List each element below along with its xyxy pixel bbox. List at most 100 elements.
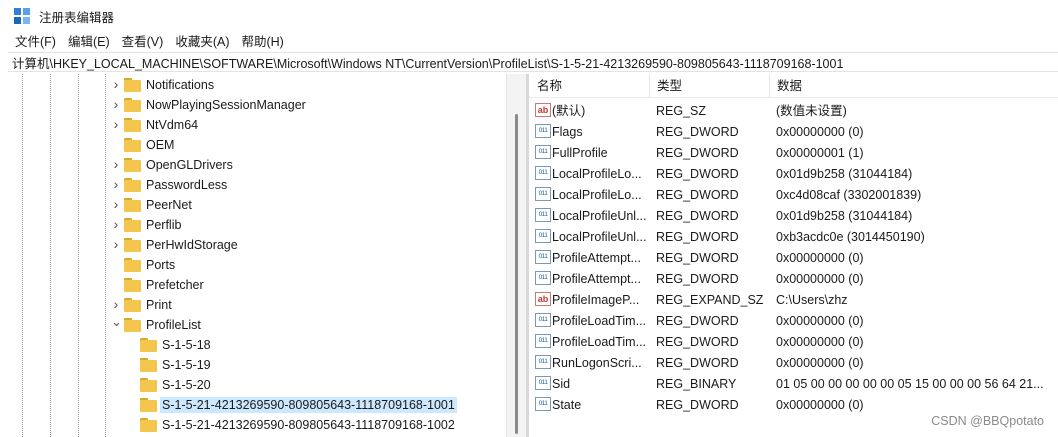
value-data: 0x00000000 (0)	[776, 314, 864, 328]
tree-item-label[interactable]: ProfileList	[144, 317, 203, 333]
tree-item-label[interactable]: Ports	[144, 257, 177, 273]
list-header: 名称 类型 数据	[529, 74, 1058, 98]
registry-editor-icon	[14, 8, 30, 24]
value-row[interactable]: ab (默认) REG_SZ (数值未设置)	[529, 100, 1058, 121]
binary-value-icon: 011	[535, 355, 551, 369]
value-row[interactable]: 011 LocalProfileLo... REG_DWORD 0x01d9b258 …	[529, 163, 1058, 184]
tree-item[interactable]: › NtVdm64	[8, 115, 506, 135]
registry-values-list[interactable]: 名称 类型 数据 ab (默认) REG_SZ (数值未设置) 011 Flags REG_…	[529, 74, 1058, 437]
value-row[interactable]: 011 Flags REG_DWORD 0x00000000 (0)	[529, 121, 1058, 142]
chevron-right-icon[interactable]: ›	[111, 217, 121, 231]
tree-item[interactable]: › Notifications	[8, 75, 506, 95]
tree-item[interactable]: › PeerNet	[8, 195, 506, 215]
tree-item[interactable]: › PerHwIdStorage	[8, 235, 506, 255]
tree-item[interactable]: OEM	[8, 135, 506, 155]
value-row[interactable]: 011 LocalProfileUnl... REG_DWORD 0xb3acdc0e…	[529, 226, 1058, 247]
address-path[interactable]: 计算机\HKEY_LOCAL_MACHINE\SOFTWARE\Microsof…	[12, 53, 843, 71]
tree-item-label[interactable]: Print	[144, 297, 174, 313]
tree-item-label[interactable]: S-1-5-19	[160, 357, 213, 373]
tree-item[interactable]: S-1-5-21-4213269590-809805643-1118709168…	[8, 395, 506, 415]
tree-item-label[interactable]: NowPlayingSessionManager	[144, 97, 308, 113]
value-name: Flags	[552, 125, 583, 139]
tree-item[interactable]: › PasswordLess	[8, 175, 506, 195]
string-value-icon: ab	[535, 103, 551, 117]
tree-item[interactable]: › Perflib	[8, 215, 506, 235]
tree-item[interactable]: ⌄ ProfileList	[8, 315, 506, 335]
tree-item-label[interactable]: Prefetcher	[144, 277, 206, 293]
value-row[interactable]: 011 ProfileAttempt... REG_DWORD 0x00000000 …	[529, 247, 1058, 268]
menu-edit[interactable]: 编辑(E)	[62, 31, 116, 50]
column-header-name[interactable]: 名称	[533, 78, 562, 94]
chevron-right-icon[interactable]: ›	[111, 117, 121, 131]
value-row[interactable]: 011 LocalProfileLo... REG_DWORD 0xc4d08caf …	[529, 184, 1058, 205]
tree-item-label[interactable]: NtVdm64	[144, 117, 200, 133]
tree-item-label[interactable]: S-1-5-21-4213269590-809805643-1118709168…	[160, 397, 457, 413]
value-data: 0x00000000 (0)	[776, 335, 864, 349]
tree-item-label[interactable]: PasswordLess	[144, 177, 229, 193]
tree-item-label[interactable]: S-1-5-21-4213269590-809805643-1118709168…	[160, 417, 457, 433]
binary-value-icon: 011	[535, 166, 551, 180]
value-name: LocalProfileUnl...	[552, 209, 647, 223]
tree-item[interactable]: › OpenGLDrivers	[8, 155, 506, 175]
chevron-right-icon[interactable]: ›	[111, 77, 121, 91]
menu-help[interactable]: 帮助(H)	[235, 31, 289, 50]
tree-item-label[interactable]: S-1-5-18	[160, 337, 213, 353]
folder-icon	[124, 198, 141, 212]
column-separator[interactable]	[649, 74, 650, 98]
tree-item-label[interactable]: PeerNet	[144, 197, 194, 213]
binary-value-icon: 011	[535, 145, 551, 159]
tree-item[interactable]: S-1-5-19	[8, 355, 506, 375]
value-row[interactable]: 011 Sid REG_BINARY 01 05 00 00 00 00 00 05 …	[529, 373, 1058, 394]
chevron-right-icon[interactable]: ›	[111, 177, 121, 191]
tree-item-label[interactable]: PerHwIdStorage	[144, 237, 240, 253]
tree-item-label[interactable]: OpenGLDrivers	[144, 157, 235, 173]
value-row[interactable]: 011 RunLogonScri... REG_DWORD 0x00000000 (0…	[529, 352, 1058, 373]
value-data: 0x00000000 (0)	[776, 125, 864, 139]
value-type: REG_DWORD	[656, 335, 739, 349]
value-row[interactable]: 011 FullProfile REG_DWORD 0x00000001 (1)	[529, 142, 1058, 163]
value-type: REG_DWORD	[656, 251, 739, 265]
tree-scrollbar[interactable]	[506, 74, 526, 437]
chevron-right-icon[interactable]: ›	[111, 97, 121, 111]
value-row[interactable]: 011 LocalProfileUnl... REG_DWORD 0x01d9b258…	[529, 205, 1058, 226]
folder-icon	[124, 98, 141, 112]
folder-icon	[124, 158, 141, 172]
value-type: REG_DWORD	[656, 146, 739, 160]
chevron-right-icon[interactable]: ›	[111, 197, 121, 211]
tree-item-label[interactable]: OEM	[144, 137, 176, 153]
tree-item[interactable]: › Print	[8, 295, 506, 315]
chevron-right-icon[interactable]: ›	[111, 237, 121, 251]
chevron-down-icon[interactable]: ⌄	[111, 315, 122, 330]
value-row[interactable]: 011 ProfileLoadTim... REG_DWORD 0x00000000 …	[529, 310, 1058, 331]
address-bar[interactable]: 计算机\HKEY_LOCAL_MACHINE\SOFTWARE\Microsof…	[8, 52, 1058, 72]
tree-item-label[interactable]: Notifications	[144, 77, 216, 93]
tree-item[interactable]: › NowPlayingSessionManager	[8, 95, 506, 115]
window-title: 注册表编辑器	[39, 10, 115, 25]
chevron-right-icon[interactable]: ›	[111, 157, 121, 171]
tree-item-label[interactable]: S-1-5-20	[160, 377, 213, 393]
folder-icon	[124, 238, 141, 252]
menu-file[interactable]: 文件(F)	[9, 31, 62, 50]
tree-item[interactable]: S-1-5-21-4213269590-809805643-1118709168…	[8, 415, 506, 435]
binary-value-icon: 011	[535, 397, 551, 411]
tree-item[interactable]: Prefetcher	[8, 275, 506, 295]
tree-item[interactable]: Ports	[8, 255, 506, 275]
value-type: REG_DWORD	[656, 314, 739, 328]
column-header-type[interactable]: 类型	[653, 78, 682, 94]
column-header-data[interactable]: 数据	[773, 78, 802, 94]
value-row[interactable]: 011 State REG_DWORD 0x00000000 (0)	[529, 394, 1058, 415]
menu-favorites[interactable]: 收藏夹(A)	[169, 31, 235, 50]
value-row[interactable]: 011 ProfileLoadTim... REG_DWORD 0x00000000 …	[529, 331, 1058, 352]
value-data: 0x00000001 (1)	[776, 146, 864, 160]
value-row[interactable]: ab ProfileImageP... REG_EXPAND_SZ C:\Users\…	[529, 289, 1058, 310]
tree-item[interactable]: S-1-5-20	[8, 375, 506, 395]
chevron-right-icon[interactable]: ›	[111, 297, 121, 311]
tree-item[interactable]: S-1-5-18	[8, 335, 506, 355]
folder-icon	[124, 138, 141, 152]
registry-key-tree[interactable]: › Notifications › NowPlayingSessionManager ›…	[8, 74, 506, 437]
column-separator[interactable]	[769, 74, 770, 98]
value-row[interactable]: 011 ProfileAttempt... REG_DWORD 0x00000000 …	[529, 268, 1058, 289]
menu-view[interactable]: 查看(V)	[116, 31, 170, 50]
tree-scrollbar-thumb[interactable]	[515, 114, 518, 434]
tree-item-label[interactable]: Perflib	[144, 217, 183, 233]
